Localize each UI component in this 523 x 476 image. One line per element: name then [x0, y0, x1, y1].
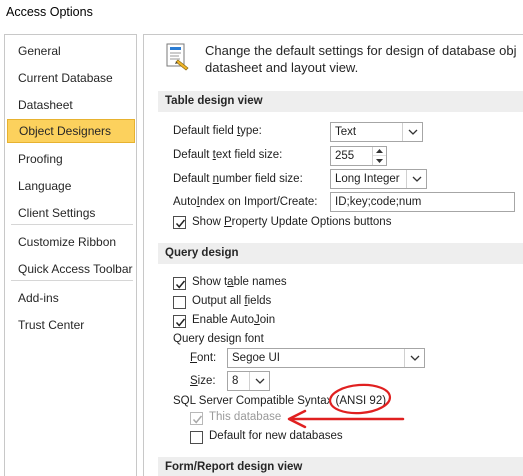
sidebar-item-client-settings[interactable]: Client Settings: [6, 202, 135, 226]
number-field-size-label: Default number field size:: [173, 173, 303, 185]
size-dropdown[interactable]: 8: [227, 371, 270, 391]
sidebar-item-proofing[interactable]: Proofing: [6, 148, 135, 172]
default-new-databases-label: Default for new databases: [209, 430, 343, 442]
enable-autojoin-checkbox[interactable]: [173, 315, 186, 328]
output-all-fields-label: Output all fields: [192, 295, 272, 307]
spin-up-icon[interactable]: [373, 147, 386, 156]
query-design-font-label: Query design font: [173, 333, 264, 345]
sidebar-item-trust-center[interactable]: Trust Center: [6, 314, 135, 338]
header-line-1: Change the default settings for design o…: [205, 43, 517, 58]
header-description: Change the default settings for design o…: [205, 42, 523, 76]
number-field-size-value: Long Integer: [335, 173, 400, 185]
section-query-design: Query design: [158, 243, 523, 264]
title-bar: Access Options: [0, 0, 523, 26]
show-property-checkbox[interactable]: [173, 216, 186, 229]
font-value: Segoe UI: [232, 352, 280, 364]
sidebar-separator: [11, 224, 133, 225]
text-field-size-spinner[interactable]: 255: [330, 146, 387, 166]
field-type-label: Default field type:: [173, 125, 262, 137]
sidebar-nav: General Current Database Datasheet Objec…: [4, 34, 137, 476]
text-field-size-label: Default text field size:: [173, 149, 283, 161]
chevron-down-icon[interactable]: [406, 170, 426, 188]
section-form-report-design: Form/Report design view: [158, 457, 523, 476]
checkmark-icon: [175, 280, 186, 289]
size-label: Size:: [190, 375, 216, 387]
sidebar-item-current-database[interactable]: Current Database: [6, 67, 135, 91]
spin-down-icon[interactable]: [373, 156, 386, 165]
checkmark-icon: [175, 219, 186, 228]
sidebar-item-object-designers[interactable]: Object Designers: [7, 119, 135, 143]
section-table-design: Table design view: [158, 91, 523, 112]
number-field-size-dropdown[interactable]: Long Integer: [330, 169, 427, 189]
chevron-down-icon[interactable]: [402, 123, 422, 141]
output-all-fields-checkbox[interactable]: [173, 296, 186, 309]
sidebar-item-add-ins[interactable]: Add-ins: [6, 287, 135, 311]
checkmark-icon: [192, 415, 203, 424]
show-property-label: Show Property Update Options buttons: [192, 216, 392, 228]
field-type-value: Text: [335, 126, 357, 138]
font-label: Font:: [190, 352, 217, 364]
sidebar-item-language[interactable]: Language: [6, 175, 135, 199]
object-designers-icon: [165, 43, 191, 71]
chevron-down-icon[interactable]: [249, 372, 269, 390]
options-content: Change the default settings for design o…: [143, 34, 523, 476]
text-field-size-value: 255: [335, 150, 355, 162]
show-table-names-checkbox[interactable]: [173, 277, 186, 290]
autoindex-label: AutoIndex on Import/Create:: [173, 196, 318, 208]
autoindex-input[interactable]: ID;key;code;num: [330, 192, 515, 212]
field-type-dropdown[interactable]: Text: [330, 122, 423, 142]
default-new-databases-checkbox[interactable]: [190, 431, 203, 444]
font-dropdown[interactable]: Segoe UI: [227, 348, 425, 368]
chevron-down-icon[interactable]: [404, 349, 424, 367]
enable-autojoin-label: Enable AutoJoin: [192, 314, 276, 326]
sidebar-item-datasheet[interactable]: Datasheet: [6, 94, 135, 118]
sidebar-item-general[interactable]: General: [6, 40, 135, 64]
sidebar-separator: [11, 280, 133, 281]
size-value: 8: [232, 375, 239, 387]
this-database-checkbox[interactable]: [190, 412, 203, 425]
header-line-2: datasheet and layout view.: [205, 60, 359, 75]
window-title: Access Options: [6, 5, 93, 19]
sidebar-item-customize-ribbon[interactable]: Customize Ribbon: [6, 231, 135, 255]
this-database-label: This database: [209, 411, 282, 423]
sidebar-item-quick-access-toolbar[interactable]: Quick Access Toolbar: [6, 258, 135, 282]
show-table-names-label: Show table names: [192, 276, 287, 288]
sql-compatible-syntax-label: SQL Server Compatible Syntax (ANSI 92): [173, 395, 387, 407]
checkmark-icon: [175, 318, 186, 327]
